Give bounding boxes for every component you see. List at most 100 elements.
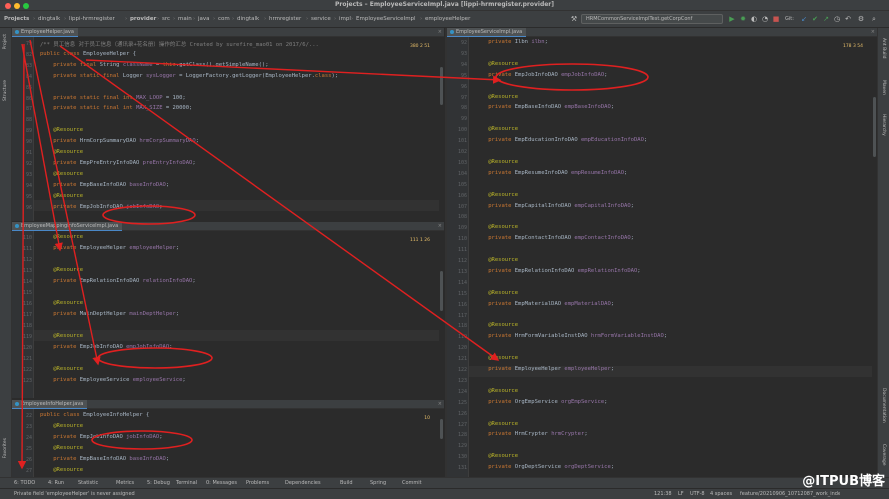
code-line[interactable]: private EmployeeHelper employeeHelper; xyxy=(475,366,873,372)
tool-window-button[interactable]: Metrics xyxy=(116,480,134,486)
git-branch[interactable]: feature/20210906_10712087_work_index_pag… xyxy=(740,491,840,497)
breadcrumb-com[interactable]: com xyxy=(218,16,230,22)
code-line[interactable]: private EmployeeHelper employeeHelper; xyxy=(40,245,440,251)
code-line[interactable]: private EmpBaseInfoDAO baseInfoDAO; xyxy=(40,182,440,188)
tool-window-button[interactable]: 5: Debug xyxy=(147,480,170,486)
close-tab-icon[interactable]: × xyxy=(871,29,875,35)
breadcrumb-impl[interactable]: impl xyxy=(339,16,351,22)
code-line[interactable]: private Ilbn ilbn; xyxy=(475,39,873,45)
breadcrumb-dingtalk[interactable]: dingtalk xyxy=(38,16,60,22)
code-line[interactable]: @Resource xyxy=(40,366,440,372)
code-line[interactable]: private EmpPreEntryInfoDAO preEntryInfoD… xyxy=(40,160,440,166)
line-separator[interactable]: LF xyxy=(678,491,684,497)
tool-window-button[interactable]: Build xyxy=(340,480,353,486)
file-encoding[interactable]: UTF-8 xyxy=(690,491,705,497)
tool-window-button[interactable]: Terminal xyxy=(176,480,197,486)
code-line[interactable]: private EmpJobInfoDAO empJobInfoDAO; xyxy=(475,72,873,78)
build-hammer-icon[interactable]: ⚒ xyxy=(570,15,578,23)
code-line[interactable]: @Resource xyxy=(475,159,873,165)
close-tab-icon[interactable]: × xyxy=(438,401,442,407)
profile-icon[interactable]: ◔ xyxy=(761,15,769,23)
tool-window-button[interactable]: Problems xyxy=(246,480,269,486)
code-line[interactable]: private OrgEmpService orgEmpService; xyxy=(475,399,873,405)
code-line[interactable]: @Resource xyxy=(40,193,440,199)
tool-window-button[interactable]: Dependencies xyxy=(285,480,321,486)
editor-pane-employee-service-impl[interactable]: EmployeeServiceImpl.java × 178 3 54 92 p… xyxy=(447,28,877,477)
breadcrumb-src[interactable]: src xyxy=(162,16,170,22)
code-line[interactable]: public class EmployeeHelper { xyxy=(40,51,440,57)
code-line[interactable]: /** 员工信息 对于员工信息（通讯录+花名册）操作的汇总 Created by… xyxy=(40,40,440,48)
close-tab-icon[interactable]: × xyxy=(438,223,442,229)
code-line[interactable]: @Resource xyxy=(475,192,873,198)
structure-tool-button[interactable]: Structure xyxy=(3,80,8,101)
ant-tool-button[interactable]: Ant Build xyxy=(881,38,886,58)
code-line[interactable]: @Resource xyxy=(40,267,440,273)
git-update-icon[interactable]: ↙ xyxy=(800,15,808,23)
git-commit-icon[interactable]: ✔ xyxy=(811,15,819,23)
editor-pane-employee-helper[interactable]: EmployeeHelper.java × 380 2 51 79/** 员工信… xyxy=(12,28,444,221)
code-line[interactable]: private EmpJobInfoDAO jobInfoDAO; xyxy=(40,204,440,210)
tab-mapping-service[interactable]: EmployeeMappingInfoServiceImpl.java xyxy=(12,222,123,231)
code-line[interactable]: private EmpRelationInfoDAO relationInfoD… xyxy=(40,278,440,284)
code-line[interactable]: @Resource xyxy=(40,127,440,133)
breadcrumb-class[interactable]: EmployeeServiceImpl xyxy=(356,16,416,22)
editor-pane-employee-info-helper[interactable]: EmployeeInfoHelper.java × 10 22 public cl… xyxy=(12,400,444,477)
breadcrumb-dingtalk-pkg[interactable]: dingtalk xyxy=(237,16,259,22)
code-line[interactable]: private EmpContactInfoDAO empContactInfo… xyxy=(475,235,873,241)
stop-icon[interactable]: ■ xyxy=(772,15,780,23)
tool-window-button[interactable]: 6: TODO xyxy=(14,480,35,486)
code-line[interactable]: private static final Logger sysLogger = … xyxy=(40,73,440,79)
coverage-icon[interactable]: ◐ xyxy=(750,15,758,23)
code-line[interactable]: private EmployeeService employeeService; xyxy=(40,377,440,383)
code-line[interactable]: @Resource xyxy=(40,445,440,451)
history-icon[interactable]: ◷ xyxy=(833,15,841,23)
documentation-tool-button[interactable]: Documentation xyxy=(881,388,886,423)
tab-employee-info-helper[interactable]: EmployeeInfoHelper.java xyxy=(12,400,88,409)
git-push-icon[interactable]: ↗ xyxy=(822,15,830,23)
breadcrumb-hrmregister[interactable]: hrmregister xyxy=(269,16,301,22)
breadcrumb-module[interactable]: lippi-hrmregister xyxy=(69,16,115,22)
code-line[interactable]: @Resource xyxy=(475,126,873,132)
breadcrumb-java[interactable]: java xyxy=(198,16,210,22)
code-line[interactable]: private EmpResumeInfoDAO empResumeInfoDA… xyxy=(475,170,873,176)
code-line[interactable]: private static final int MAX_LOOP = 100; xyxy=(40,95,440,101)
breadcrumb-main[interactable]: main xyxy=(178,16,192,22)
code-line[interactable]: private EmpCapitalInfoDAO empCapitalInfo… xyxy=(475,203,873,209)
code-line[interactable]: @Resource xyxy=(475,421,873,427)
caret-position[interactable]: 121:38 xyxy=(654,491,672,497)
code-line[interactable]: @Resource xyxy=(475,257,873,263)
code-line[interactable]: @Resource xyxy=(475,453,873,459)
project-tool-button[interactable]: Project xyxy=(3,34,8,49)
tool-window-button[interactable]: 0: Messages xyxy=(206,480,237,486)
code-line[interactable]: @Resource xyxy=(475,388,873,394)
code-line[interactable]: @Resource xyxy=(475,94,873,100)
breadcrumb-provider[interactable]: provider xyxy=(130,16,156,22)
git-label-icon[interactable]: Git: xyxy=(785,15,794,23)
code-line[interactable]: public class EmployeeInfoHelper { xyxy=(40,412,440,418)
close-tab-icon[interactable]: × xyxy=(438,29,442,35)
code-line[interactable]: @Resource xyxy=(475,224,873,230)
code-line[interactable]: @Resource xyxy=(40,300,440,306)
code-line[interactable]: @Resource xyxy=(40,171,440,177)
code-line[interactable]: private HrmFormVariableInstDAO hrmFormVa… xyxy=(475,333,873,339)
rollback-icon[interactable]: ↶ xyxy=(844,15,852,23)
breadcrumb-projects[interactable]: Projects xyxy=(4,16,29,22)
code-line[interactable]: private HrmCorpSummaryDAO hrmCorpSummary… xyxy=(40,138,440,144)
code-line[interactable]: @Resource xyxy=(40,423,440,429)
tool-window-button[interactable]: 4: Run xyxy=(48,480,64,486)
favorites-tool-button[interactable]: Favorites xyxy=(3,438,8,458)
code-line[interactable]: @Resource xyxy=(40,149,440,155)
code-line[interactable]: private EmpBaseInfoDAO empBaseInfoDAO; xyxy=(475,104,873,110)
code-line[interactable]: @Resource xyxy=(40,333,440,339)
code-line[interactable]: private MainDeptHelper mainDeptHelper; xyxy=(40,311,440,317)
settings-icon[interactable]: ⚙ xyxy=(857,15,865,23)
code-line[interactable]: @Resource xyxy=(475,322,873,328)
indent-setting[interactable]: 4 spaces xyxy=(710,491,732,497)
code-line[interactable]: @Resource xyxy=(475,61,873,67)
breadcrumb-member[interactable]: employeeHelper xyxy=(425,16,470,22)
tab-employee-helper[interactable]: EmployeeHelper.java xyxy=(12,28,78,37)
hierarchy-tool-button[interactable]: Hierarchy xyxy=(881,114,886,136)
run-configuration-select[interactable]: HRMCommonServiceImplTest.getCorpConf xyxy=(581,14,723,24)
search-everywhere-icon[interactable]: ⌕ xyxy=(870,15,878,23)
tab-employee-service-impl[interactable]: EmployeeServiceImpl.java xyxy=(447,28,527,37)
